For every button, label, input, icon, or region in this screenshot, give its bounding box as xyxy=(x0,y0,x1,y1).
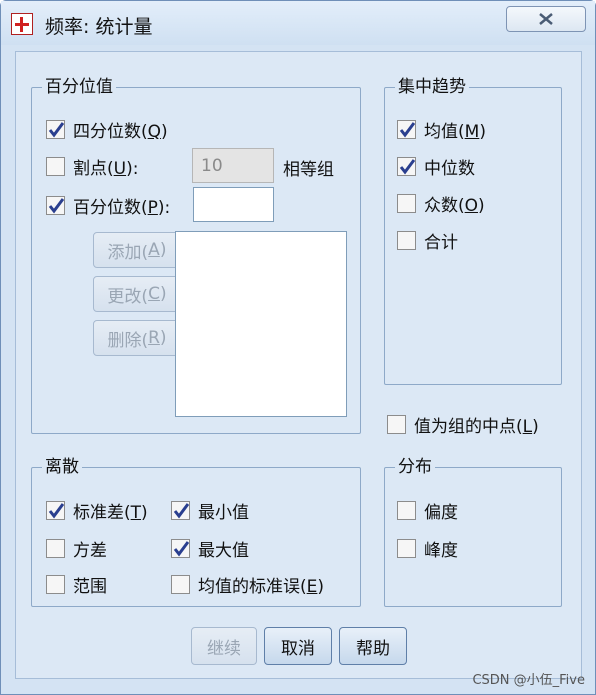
help-button[interactable]: 帮助 xyxy=(339,627,407,665)
dialog-body: 百分位值 四分位数(Q) 割点(U): 10 相等组 百分位数(P): 添加(… xyxy=(15,51,582,679)
close-icon xyxy=(539,13,553,25)
percentiles-checkbox[interactable]: 百分位数(P): xyxy=(46,193,171,218)
checkbox-label: 均值的标准误(E) xyxy=(198,576,325,597)
app-icon xyxy=(11,13,33,35)
checkbox-box xyxy=(397,156,416,176)
median-checkbox[interactable]: 中位数 xyxy=(397,154,475,179)
checkbox-label: 最大值 xyxy=(198,540,249,561)
central-tendency-group: 集中趋势 均值(M) 中位数 众数(O) 合计 xyxy=(384,77,562,385)
percentile-list[interactable] xyxy=(175,231,347,417)
checkbox-label: 割点(U): xyxy=(73,158,139,179)
checkbox-label: 合计 xyxy=(424,232,458,253)
checkbox-box xyxy=(397,538,416,558)
checkbox-label: 最小值 xyxy=(198,502,249,523)
cut-points-checkbox[interactable]: 割点(U): xyxy=(46,154,139,179)
cut-points-value: 10 xyxy=(201,156,223,176)
checkbox-label: 众数(O) xyxy=(424,195,485,216)
maximum-checkbox[interactable]: 最大值 xyxy=(171,536,249,561)
checkmark-icon xyxy=(399,121,415,137)
checkbox-box xyxy=(171,538,190,558)
checkmark-icon xyxy=(48,121,64,137)
checkbox-box xyxy=(46,156,65,176)
percentile-values-group: 百分位值 四分位数(Q) 割点(U): 10 相等组 百分位数(P): 添加(… xyxy=(31,77,361,434)
checkbox-label: 峰度 xyxy=(424,540,458,561)
group-title: 集中趋势 xyxy=(395,77,469,97)
checkbox-label: 标准差(T) xyxy=(73,502,148,523)
continue-button[interactable]: 继续 xyxy=(191,627,257,665)
dispersion-group: 离散 标准差(T) 方差 范围 最小值 最大值 均值的标准误(E) xyxy=(31,457,361,607)
dialog-window: 频率: 统计量 百分位值 四分位数(Q) 割点(U): 10 相等组 百分位数(… xyxy=(0,0,596,695)
group-title: 百分位值 xyxy=(42,77,116,97)
distribution-group: 分布 偏度 峰度 xyxy=(384,457,562,607)
checkbox-box xyxy=(397,500,416,520)
close-button[interactable] xyxy=(506,6,586,32)
checkbox-box xyxy=(171,500,190,520)
title-bar: 频率: 统计量 xyxy=(1,1,595,45)
checkbox-label: 偏度 xyxy=(424,502,458,523)
remove-button[interactable]: 删除(R) xyxy=(93,320,181,356)
cut-points-input[interactable]: 10 xyxy=(192,148,274,183)
change-button[interactable]: 更改(C) xyxy=(93,276,181,312)
checkbox-label: 中位数 xyxy=(424,158,475,179)
checkbox-box xyxy=(46,119,65,139)
checkmark-icon xyxy=(173,502,189,518)
kurtosis-checkbox[interactable]: 峰度 xyxy=(397,536,458,561)
mean-checkbox[interactable]: 均值(M) xyxy=(397,117,486,142)
checkbox-label: 四分位数(Q) xyxy=(73,121,168,142)
mode-checkbox[interactable]: 众数(O) xyxy=(397,191,485,216)
group-title: 离散 xyxy=(42,457,82,477)
checkbox-box xyxy=(46,500,65,520)
checkbox-box xyxy=(46,195,65,215)
checkbox-box xyxy=(397,193,416,213)
checkbox-label: 均值(M) xyxy=(424,121,486,142)
checkmark-icon xyxy=(399,158,415,174)
window-title: 频率: 统计量 xyxy=(45,16,153,38)
sum-checkbox[interactable]: 合计 xyxy=(397,228,458,253)
checkbox-label: 百分位数(P): xyxy=(73,197,171,218)
watermark: CSDN @小伍_Five xyxy=(472,673,585,688)
checkbox-label: 方差 xyxy=(73,540,107,561)
checkmark-icon xyxy=(48,197,64,213)
checkbox-box xyxy=(397,119,416,139)
se-mean-checkbox[interactable]: 均值的标准误(E) xyxy=(171,572,325,597)
checkbox-label: 值为组的中点(L) xyxy=(414,416,539,437)
minimum-checkbox[interactable]: 最小值 xyxy=(171,498,249,523)
checkbox-label: 范围 xyxy=(73,576,107,597)
checkbox-box xyxy=(171,574,190,594)
variance-checkbox[interactable]: 方差 xyxy=(46,536,107,561)
checkbox-box xyxy=(397,230,416,250)
checkmark-icon xyxy=(173,540,189,556)
add-button[interactable]: 添加(A) xyxy=(93,232,181,268)
checkbox-box xyxy=(387,414,406,434)
group-midpoints-checkbox[interactable]: 值为组的中点(L) xyxy=(387,412,539,437)
checkbox-box xyxy=(46,538,65,558)
checkmark-icon xyxy=(48,502,64,518)
skewness-checkbox[interactable]: 偏度 xyxy=(397,498,458,523)
group-title: 分布 xyxy=(395,457,435,477)
std-dev-checkbox[interactable]: 标准差(T) xyxy=(46,498,148,523)
equal-groups-label: 相等组 xyxy=(283,160,334,180)
percentile-input[interactable] xyxy=(193,187,274,222)
range-checkbox[interactable]: 范围 xyxy=(46,572,107,597)
quartiles-checkbox[interactable]: 四分位数(Q) xyxy=(46,117,168,142)
checkbox-box xyxy=(46,574,65,594)
cancel-button[interactable]: 取消 xyxy=(264,627,332,665)
